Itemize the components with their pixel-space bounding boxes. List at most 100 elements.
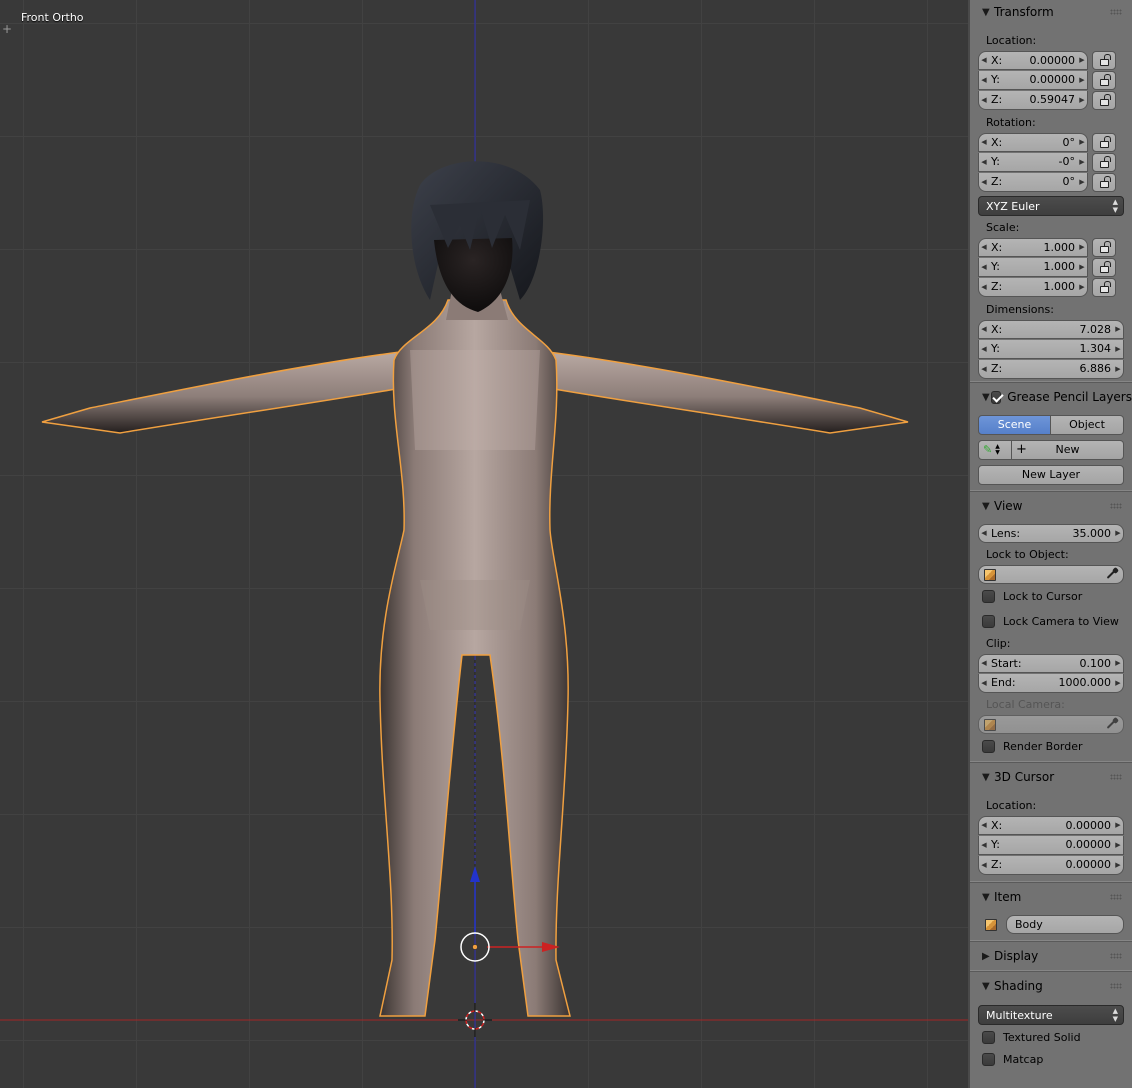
plus-icon[interactable]: +	[1, 23, 13, 35]
lock-rotation-x-button[interactable]	[1092, 132, 1116, 152]
item-name-field[interactable]: Body	[1006, 914, 1124, 934]
increment-arrow-icon[interactable]: ▶	[1077, 283, 1087, 291]
lock-to-cursor-checkbox[interactable]	[982, 590, 995, 603]
dimensions-y-field[interactable]: ◀ Y: 1.304 ▶	[978, 339, 1124, 359]
increment-arrow-icon[interactable]: ▶	[1077, 76, 1087, 84]
drag-grip-icon[interactable]	[1110, 774, 1122, 780]
increment-arrow-icon[interactable]: ▶	[1113, 529, 1123, 537]
decrement-arrow-icon[interactable]: ◀	[979, 243, 989, 251]
scale-y-field[interactable]: ◀ Y: 1.000 ▶	[978, 257, 1088, 277]
increment-arrow-icon[interactable]: ▶	[1077, 178, 1087, 186]
lens-field[interactable]: ◀ Lens: 35.000 ▶	[978, 523, 1124, 543]
new-layer-button[interactable]: New Layer	[978, 464, 1124, 485]
increment-arrow-icon[interactable]: ▶	[1077, 56, 1087, 64]
decrement-arrow-icon[interactable]: ◀	[979, 158, 989, 166]
field-label: End:	[991, 676, 1016, 689]
rotation-z-field[interactable]: ◀ Z: 0° ▶	[978, 172, 1088, 192]
tab-scene[interactable]: Scene	[978, 414, 1051, 435]
decrement-arrow-icon[interactable]: ◀	[979, 263, 989, 271]
eyedropper-icon[interactable]	[1106, 568, 1118, 580]
increment-arrow-icon[interactable]: ▶	[1113, 841, 1123, 849]
dimensions-y-row: ◀ Y: 1.304 ▶	[970, 339, 1132, 359]
increment-arrow-icon[interactable]: ▶	[1113, 861, 1123, 869]
new-grease-pencil-button[interactable]: + New	[1012, 439, 1124, 460]
grease-pencil-enable-checkbox[interactable]	[991, 390, 1002, 404]
cursor-x-field[interactable]: ◀ X: 0.00000 ▶	[978, 815, 1124, 835]
decrement-arrow-icon[interactable]: ◀	[979, 529, 989, 537]
location-y-field[interactable]: ◀ Y: 0.00000 ▶	[978, 70, 1088, 90]
decrement-arrow-icon[interactable]: ◀	[979, 659, 989, 667]
shading-mode-dropdown[interactable]: Multitexture ▲ ▼	[978, 1005, 1124, 1025]
scale-z-field[interactable]: ◀ Z: 1.000 ▶	[978, 277, 1088, 297]
decrement-arrow-icon[interactable]: ◀	[979, 841, 989, 849]
rotation-mode-dropdown[interactable]: XYZ Euler ▲ ▼	[978, 196, 1124, 216]
lock-camera-to-view-checkbox[interactable]	[982, 615, 995, 628]
decrement-arrow-icon[interactable]: ◀	[979, 76, 989, 84]
decrement-arrow-icon[interactable]: ◀	[979, 283, 989, 291]
decrement-arrow-icon[interactable]: ◀	[979, 821, 989, 829]
item-header[interactable]: ▼ Item	[970, 885, 1132, 909]
lock-rotation-z-button[interactable]	[1092, 172, 1116, 192]
shading-mode-row: Multitexture ▲ ▼	[970, 1004, 1132, 1026]
increment-arrow-icon[interactable]: ▶	[1113, 345, 1123, 353]
drag-grip-icon[interactable]	[1110, 503, 1122, 509]
transform-header[interactable]: ▼ Transform	[970, 0, 1132, 24]
decrement-arrow-icon[interactable]: ◀	[979, 96, 989, 104]
increment-arrow-icon[interactable]: ▶	[1077, 263, 1087, 271]
drag-grip-icon[interactable]	[1110, 894, 1122, 900]
decrement-arrow-icon[interactable]: ◀	[979, 56, 989, 64]
decrement-arrow-icon[interactable]: ◀	[979, 345, 989, 353]
location-z-field[interactable]: ◀ Z: 0.59047 ▶	[978, 90, 1088, 110]
dimensions-x-field[interactable]: ◀ X: 7.028 ▶	[978, 319, 1124, 339]
local-camera-label: Local Camera:	[986, 698, 1065, 711]
display-header[interactable]: ▶ Display	[970, 944, 1132, 968]
scale-x-field[interactable]: ◀ X: 1.000 ▶	[978, 237, 1088, 257]
increment-arrow-icon[interactable]: ▶	[1077, 96, 1087, 104]
matcap-checkbox[interactable]	[982, 1052, 995, 1066]
rotation-y-row: ◀ Y: -0° ▶	[970, 152, 1132, 172]
clip-start-field[interactable]: ◀ Start: 0.100 ▶	[978, 653, 1124, 673]
decrement-arrow-icon[interactable]: ◀	[979, 178, 989, 186]
field-label: Lens:	[991, 526, 1021, 540]
increment-arrow-icon[interactable]: ▶	[1113, 679, 1123, 687]
lock-location-z-button[interactable]	[1092, 90, 1116, 110]
shading-header[interactable]: ▼ Shading	[970, 974, 1132, 998]
pencil-datablock-selector[interactable]: ✎ ▲ ▼	[978, 439, 1012, 460]
decrement-arrow-icon[interactable]: ◀	[979, 861, 989, 869]
decrement-arrow-icon[interactable]: ◀	[979, 138, 989, 146]
increment-arrow-icon[interactable]: ▶	[1113, 821, 1123, 829]
increment-arrow-icon[interactable]: ▶	[1077, 243, 1087, 251]
dimensions-z-field[interactable]: ◀ Z: 6.886 ▶	[978, 359, 1124, 379]
cursor-z-field[interactable]: ◀ Z: 0.00000 ▶	[978, 855, 1124, 875]
lock-scale-x-button[interactable]	[1092, 237, 1116, 257]
rotation-x-field[interactable]: ◀ X: 0° ▶	[978, 132, 1088, 152]
3d-cursor-header[interactable]: ▼ 3D Cursor	[970, 765, 1132, 789]
decrement-arrow-icon[interactable]: ◀	[979, 679, 989, 687]
increment-arrow-icon[interactable]: ▶	[1077, 138, 1087, 146]
rotation-y-field[interactable]: ◀ Y: -0° ▶	[978, 152, 1088, 172]
increment-arrow-icon[interactable]: ▶	[1077, 158, 1087, 166]
drag-grip-icon[interactable]	[1110, 9, 1122, 15]
lock-rotation-y-button[interactable]	[1092, 152, 1116, 172]
increment-arrow-icon[interactable]: ▶	[1113, 365, 1123, 373]
decrement-arrow-icon[interactable]: ◀	[979, 365, 989, 373]
drag-grip-icon[interactable]	[1110, 983, 1122, 989]
cursor-y-field[interactable]: ◀ Y: 0.00000 ▶	[978, 835, 1124, 855]
decrement-arrow-icon[interactable]: ◀	[979, 325, 989, 333]
lock-location-x-button[interactable]	[1092, 50, 1116, 70]
location-x-field[interactable]: ◀ X: 0.00000 ▶	[978, 50, 1088, 70]
render-border-checkbox[interactable]	[982, 740, 995, 753]
3d-viewport[interactable]: Front Ortho +	[0, 0, 968, 1088]
clip-end-field[interactable]: ◀ End: 1000.000 ▶	[978, 673, 1124, 693]
textured-solid-checkbox[interactable]	[982, 1030, 995, 1044]
lock-object-field[interactable]	[978, 564, 1124, 584]
lock-scale-z-button[interactable]	[1092, 277, 1116, 297]
view-header[interactable]: ▼ View	[970, 494, 1132, 518]
tab-object[interactable]: Object	[1051, 414, 1124, 435]
increment-arrow-icon[interactable]: ▶	[1113, 659, 1123, 667]
increment-arrow-icon[interactable]: ▶	[1113, 325, 1123, 333]
grease-pencil-header[interactable]: ▼ Grease Pencil Layers	[970, 385, 1132, 409]
lock-location-y-button[interactable]	[1092, 70, 1116, 90]
drag-grip-icon[interactable]	[1110, 953, 1122, 959]
lock-scale-y-button[interactable]	[1092, 257, 1116, 277]
